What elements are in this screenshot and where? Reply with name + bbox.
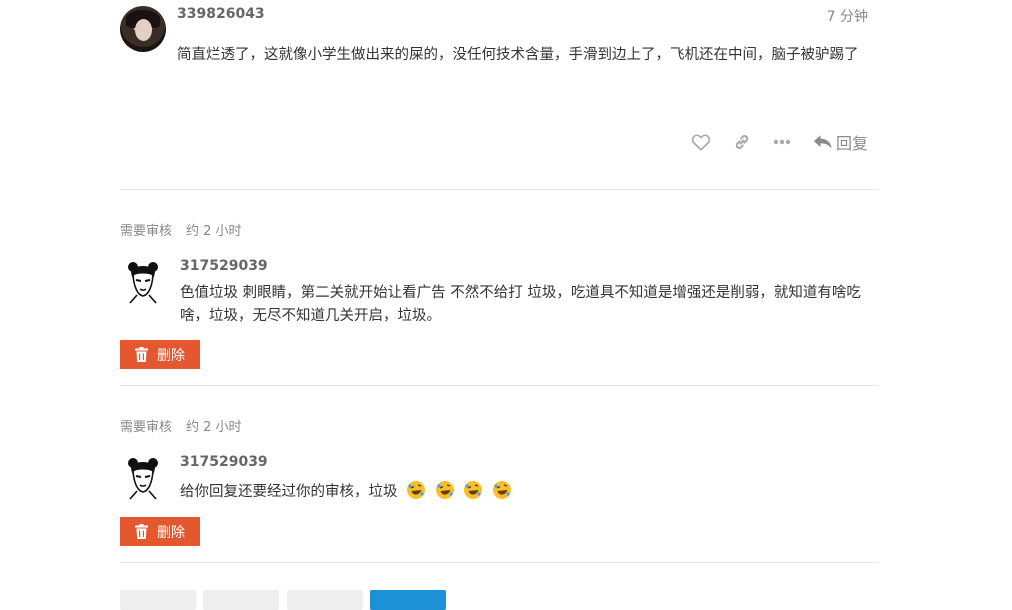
toolbar-button[interactable] <box>120 590 196 610</box>
rofl-emoji <box>435 481 454 499</box>
divider <box>120 562 878 563</box>
comment-time[interactable]: 7 分钟 <box>827 6 868 26</box>
comment-actions: 回复 <box>669 131 868 153</box>
comment-username[interactable]: 317529039 <box>180 454 268 470</box>
delete-label: 删除 <box>157 524 185 541</box>
rofl-emoji <box>492 481 511 499</box>
rofl-emoji <box>407 481 426 499</box>
comment-meta: 需要审核约 2 小时 <box>120 220 242 239</box>
review-status: 需要审核 <box>120 420 173 435</box>
link-icon[interactable] <box>733 133 751 151</box>
toolbar-primary-button[interactable] <box>370 590 446 610</box>
review-status: 需要审核 <box>120 224 173 239</box>
comment-time[interactable]: 约 2 小时 <box>186 224 242 239</box>
comment-username[interactable]: 339826043 <box>177 6 265 22</box>
comment-meta: 需要审核约 2 小时 <box>120 416 242 435</box>
delete-button[interactable]: 删除 <box>120 517 200 546</box>
delete-label: 删除 <box>157 347 185 364</box>
heart-icon[interactable] <box>691 133 711 151</box>
rofl-emoji <box>464 481 483 499</box>
reply-icon <box>813 135 832 149</box>
trash-icon <box>135 347 148 362</box>
comment-text: 简直烂透了，这就像小学生做出来的屎的，没任何技术含量，手滑到边上了，飞机还在中间… <box>177 47 859 63</box>
comment-text: 色值垃圾 刺眼睛，第二关就开始让看广告 不然不给打 垃圾，吃道具不知道是增强还是… <box>180 285 861 324</box>
reply-button[interactable]: 回复 <box>813 130 868 154</box>
toolbar-button[interactable] <box>287 590 363 610</box>
comment-time[interactable]: 约 2 小时 <box>186 420 242 435</box>
toolbar-button[interactable] <box>203 590 279 610</box>
divider <box>120 385 878 386</box>
comment-username[interactable]: 317529039 <box>180 258 268 274</box>
avatar[interactable] <box>123 454 163 500</box>
more-icon[interactable] <box>773 139 791 145</box>
divider <box>120 189 878 190</box>
avatar[interactable] <box>123 258 163 304</box>
delete-button[interactable]: 删除 <box>120 340 200 369</box>
comment-text-body: 给你回复还要经过你的审核，垃圾 <box>180 484 398 500</box>
comment-text: 给你回复还要经过你的审核，垃圾 <box>180 480 875 504</box>
comment-list: 339826043 7 分钟 简直烂透了，这就像小学生做出来的屎的，没任何技术含… <box>120 0 878 610</box>
avatar[interactable] <box>120 6 166 52</box>
reply-label: 回复 <box>835 134 868 153</box>
comment-item: 339826043 7 分钟 简直烂透了，这就像小学生做出来的屎的，没任何技术含… <box>120 0 878 190</box>
trash-icon <box>135 524 148 539</box>
